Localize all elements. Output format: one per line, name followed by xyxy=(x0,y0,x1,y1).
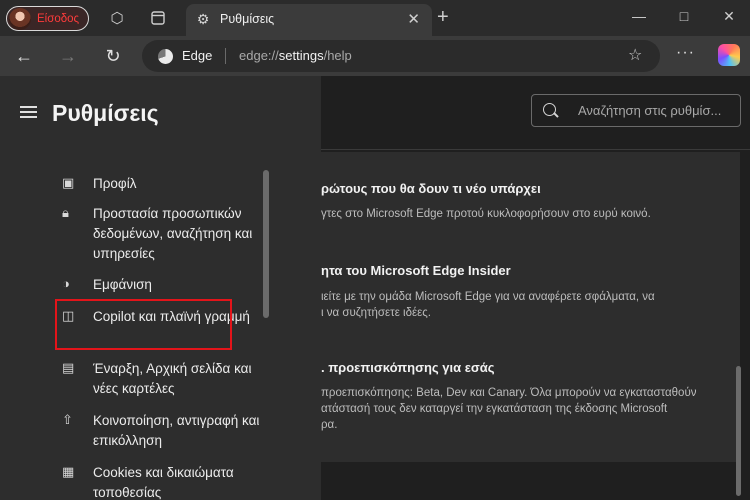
edge-logo-icon xyxy=(158,49,173,64)
section-text: ι να συζητήσετε ιδέες. xyxy=(321,307,431,319)
sidebar-item-cookies[interactable]: ▦ Cookies και δικαιώματα τοποθεσίας xyxy=(62,463,262,500)
sidebar-item-share[interactable]: ⇧ Κοινοποίηση, αντιγραφή και επικόλληση xyxy=(62,411,262,451)
search-placeholder: Αναζήτηση στις ρυθμίσ... xyxy=(578,103,722,118)
title-bar: Είσοδος ⬡ ⚙ Ρυθμίσεις ✕ + — □ ✕ xyxy=(0,0,750,36)
search-input[interactable]: Αναζήτηση στις ρυθμίσ... xyxy=(531,94,741,127)
maximize-icon[interactable]: □ xyxy=(669,5,699,27)
sidebar-item-label: Κοινοποίηση, αντιγραφή και επικόλληση xyxy=(93,413,260,448)
close-window-icon[interactable]: ✕ xyxy=(714,5,744,27)
close-tab-icon[interactable]: ✕ xyxy=(407,10,420,28)
section-title: ρώτους που θα δουν τι νέο υπάρχει xyxy=(321,181,541,196)
navigation-bar: ← → ↻ Edge edge://settings/help ☆ ··· xyxy=(0,36,750,76)
more-options-icon[interactable]: ··· xyxy=(676,44,695,62)
edge-label: Edge xyxy=(182,48,213,63)
sidebar-item-privacy[interactable]: 🔒︎ Προστασία προσωπικών δεδομένων, αναζή… xyxy=(62,204,262,264)
url-highlight: settings xyxy=(278,48,324,63)
favorite-star-icon[interactable]: ☆ xyxy=(628,45,642,65)
address-divider xyxy=(225,48,226,64)
menu-icon[interactable] xyxy=(20,106,37,118)
sidebar-item-profile[interactable]: ▣ Προφίλ xyxy=(62,174,262,194)
sidebar-item-appearance[interactable]: ◑ Εμφάνιση xyxy=(62,275,262,295)
main-scrollbar[interactable] xyxy=(736,366,741,496)
page-title: Ρυθμίσεις xyxy=(52,100,159,126)
sidebar-item-label: Προστασία προσωπικών δεδομένων, αναζήτησ… xyxy=(93,206,253,261)
section-text: προεπισκόπησης: Beta, Dev και Canary. Όλ… xyxy=(321,387,697,399)
section-text: ρα. xyxy=(321,419,338,431)
sidebar-item-label: Cookies και δικαιώματα τοποθεσίας xyxy=(93,465,234,500)
section-text: ατάστασή τους δεν καταργεί την εγκατάστα… xyxy=(321,403,668,415)
section-title: . προεπισκόπησης για εσάς xyxy=(321,360,495,375)
browser-window: Είσοδος ⬡ ⚙ Ρυθμίσεις ✕ + — □ ✕ ← → ↻ Ed… xyxy=(0,0,750,500)
sidebar-item-label: Εμφάνιση xyxy=(93,277,152,292)
search-icon xyxy=(543,103,556,116)
tab-actions-icon[interactable] xyxy=(148,8,168,28)
minimize-icon[interactable]: — xyxy=(624,5,654,27)
lock-icon: 🔒︎ xyxy=(62,205,69,220)
new-tab-icon[interactable]: + xyxy=(437,7,449,27)
header-divider xyxy=(321,149,750,150)
profile-button[interactable]: Είσοδος xyxy=(6,6,89,31)
gear-icon: ⚙ xyxy=(196,11,210,27)
tab-settings[interactable]: ⚙ Ρυθμίσεις ✕ xyxy=(186,4,432,36)
sidebar-scrollbar[interactable] xyxy=(263,170,269,318)
highlight-annotation xyxy=(55,299,232,350)
profile-label: Είσοδος xyxy=(37,12,80,25)
settings-sidebar: Ρυθμίσεις ▣ Προφίλ 🔒︎ Προστασία προσωπικ… xyxy=(0,76,321,500)
url-prefix: edge:// xyxy=(239,48,279,63)
copilot-icon[interactable] xyxy=(718,44,740,66)
settings-main: Αναζήτηση στις ρυθμίσ... ρώτους που θα δ… xyxy=(321,76,750,500)
home-tab-icon: ▤ xyxy=(62,360,75,375)
workspaces-icon[interactable]: ⬡ xyxy=(107,8,127,28)
sidebar-item-label: Προφίλ xyxy=(93,176,137,191)
back-icon[interactable]: ← xyxy=(12,44,36,68)
help-card: ρώτους που θα δουν τι νέο υπάρχει γτες σ… xyxy=(321,152,740,462)
profile-icon: ▣ xyxy=(62,175,75,190)
avatar xyxy=(9,7,31,30)
section-title: ητα του Microsoft Edge Insider xyxy=(321,263,511,278)
sidebar-item-start-home[interactable]: ▤ Έναρξη, Αρχική σελίδα και νέες καρτέλε… xyxy=(62,359,262,399)
share-icon: ⇧ xyxy=(62,412,73,427)
url-suffix: /help xyxy=(323,48,352,63)
palette-icon: ◑ xyxy=(62,276,70,291)
tab-title: Ρυθμίσεις xyxy=(220,12,275,26)
refresh-icon[interactable]: ↻ xyxy=(101,44,125,68)
cookies-icon: ▦ xyxy=(62,464,75,479)
section-text: ιείτε με την ομάδα Microsoft Edge για να… xyxy=(321,291,655,303)
address-bar[interactable]: Edge edge://settings/help ☆ xyxy=(142,40,660,72)
forward-icon[interactable]: → xyxy=(56,44,80,68)
section-text: γτες στο Microsoft Edge προτού κυκλοφορή… xyxy=(321,208,651,220)
sidebar-item-label: Έναρξη, Αρχική σελίδα και νέες καρτέλες xyxy=(93,361,252,396)
url-text[interactable]: edge://settings/help xyxy=(239,48,352,63)
